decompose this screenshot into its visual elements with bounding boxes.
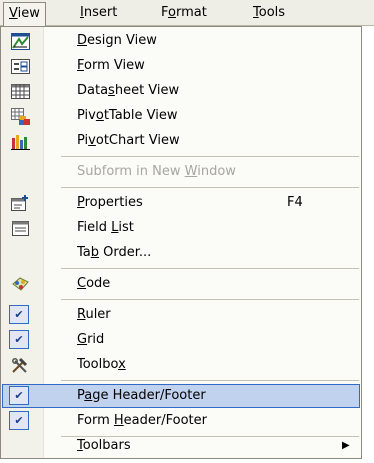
pivottable-view-icon [11, 107, 30, 125]
menu-item-label: Properties [77, 195, 143, 210]
datasheet-view-icon [11, 82, 30, 100]
menu-item-pivottable-view[interactable]: PivotTable View [2, 104, 360, 128]
menu-item-subform-new-window: Subform in New Window [2, 160, 360, 184]
menu-item-label: PivotTable View [77, 108, 178, 123]
menu-item-label: Design View [77, 33, 157, 48]
menu-item-label: Toolbars [77, 438, 131, 453]
menu-separator [61, 299, 359, 300]
menu-insert[interactable]: Insert [75, 3, 122, 23]
menu-format[interactable]: Format [156, 3, 212, 23]
menu-item-label: Toolbox [77, 357, 126, 372]
menu-format-key: o [168, 5, 176, 20]
menu-item-properties[interactable]: Properties F4 [2, 191, 360, 215]
submenu-arrow-icon: ▶ [342, 440, 350, 451]
menu-view-key: V [9, 6, 18, 21]
menu-view[interactable]: View [3, 2, 46, 26]
menu-item-grid[interactable]: ✔ Grid [2, 328, 360, 352]
checkmark-icon: ✔ [9, 386, 29, 405]
menu-item-label: Form Header/Footer [77, 413, 207, 428]
menu-item-toolbars[interactable]: Toolbars ▶ [2, 434, 360, 458]
field-list-icon [11, 219, 30, 237]
menu-item-label: Form View [77, 58, 145, 73]
checkmark-icon: ✔ [9, 305, 29, 324]
menu-item-label: Tab Order... [77, 245, 152, 260]
menu-item-label: Grid [77, 332, 105, 347]
menu-item-label: Page Header/Footer [77, 388, 206, 403]
menu-separator [61, 187, 359, 188]
menu-item-label: Datasheet View [77, 83, 180, 98]
menu-separator [61, 380, 359, 381]
design-view-icon [11, 32, 30, 50]
code-icon [11, 275, 30, 293]
checkmark-icon: ✔ [9, 411, 29, 430]
menu-tools[interactable]: Tools [248, 3, 290, 23]
menu-item-code[interactable]: Code [2, 272, 360, 296]
menu-item-form-header-footer[interactable]: ✔ Form Header/Footer [2, 409, 360, 433]
properties-shortcut: F4 [287, 195, 303, 210]
menu-item-label: Code [77, 276, 111, 291]
menu-view-post: iew [17, 6, 40, 21]
menu-item-label: Ruler [77, 307, 111, 322]
view-dropdown-menu: Design View Form View Datasheet View Piv… [0, 26, 362, 459]
menu-item-form-view[interactable]: Form View [2, 54, 360, 78]
menu-item-page-header-footer[interactable]: ✔ Page Header/Footer [2, 384, 360, 408]
menu-separator [61, 156, 359, 157]
menu-item-label: PivotChart View [77, 133, 180, 148]
menu-item-datasheet-view[interactable]: Datasheet View [2, 79, 360, 103]
menu-item-pivotchart-view[interactable]: PivotChart View [2, 129, 360, 153]
toolbox-icon [11, 356, 30, 374]
pivotchart-view-icon [11, 132, 30, 150]
form-view-icon [11, 57, 30, 75]
menu-item-label: Subform in New Window [77, 164, 236, 179]
menu-item-field-list[interactable]: Field List [2, 216, 360, 240]
menu-item-toolbox[interactable]: Toolbox [2, 353, 360, 377]
menu-item-label: Field List [77, 220, 134, 235]
menu-item-tab-order[interactable]: Tab Order... [2, 241, 360, 265]
menu-insert-post: nsert [83, 5, 118, 20]
checkmark-icon: ✔ [9, 330, 29, 349]
menu-format-pre: F [161, 5, 169, 20]
properties-icon [11, 194, 30, 212]
menu-item-design-view[interactable]: Design View [2, 29, 360, 53]
menu-separator [61, 268, 359, 269]
menu-bar: View Insert Format Tools [0, 0, 374, 26]
menu-item-ruler[interactable]: ✔ Ruler [2, 303, 360, 327]
menu-tools-post: ools [258, 5, 286, 20]
menu-format-post: rmat [175, 5, 207, 20]
